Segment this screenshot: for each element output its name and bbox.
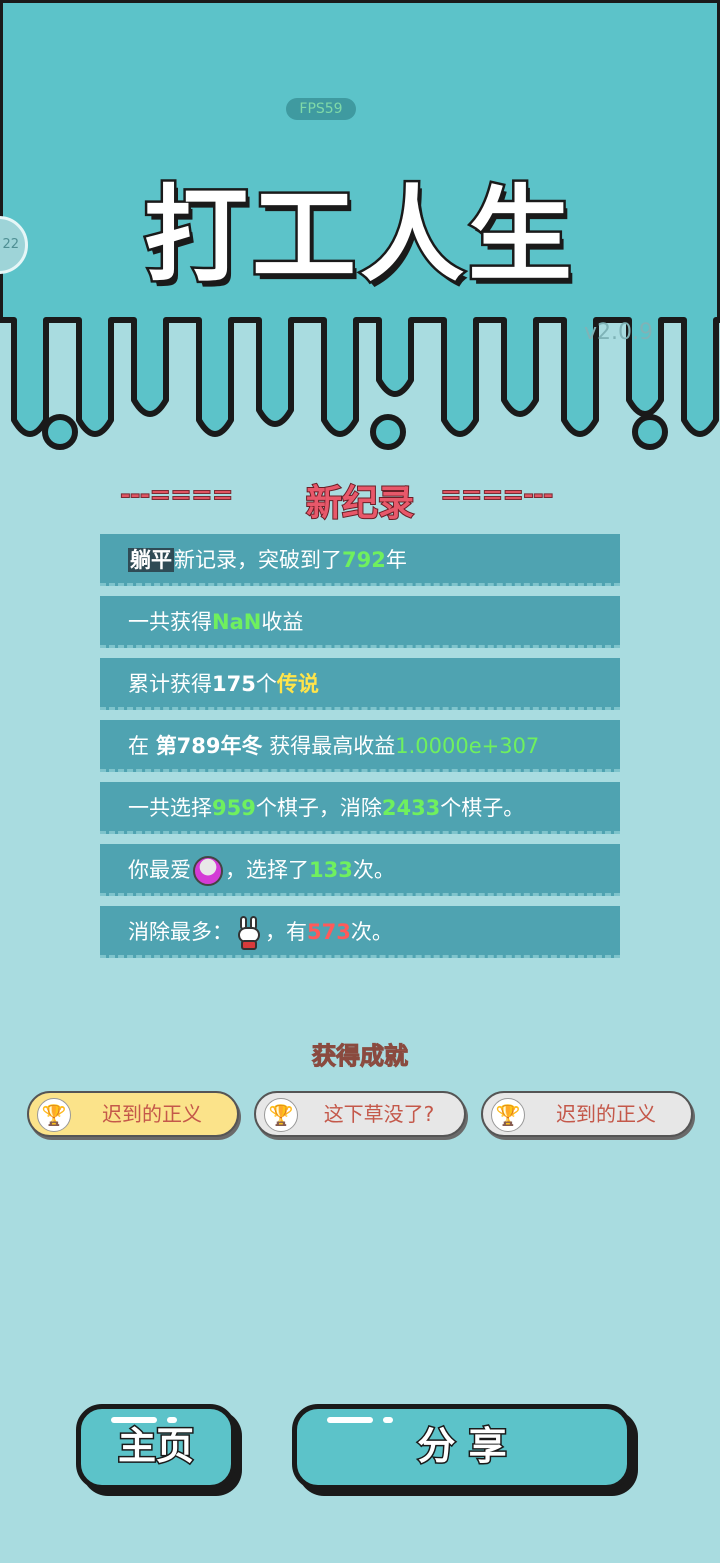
stat-text: 获得最高收益 [262,734,396,758]
stat-highlight: 2433 [381,796,441,820]
trophy-icon: 🏆 [37,1098,71,1132]
achievement-label: 迟到的正义 [556,1102,656,1126]
stat-text: 一共获得 [128,610,212,634]
stat-text: 累计获得 [128,672,212,696]
stat-highlight: 959 [212,796,256,820]
achievements-heading: 获得成就 [312,1042,409,1071]
stats-list: 躺平新记录，突破到了792年 一共获得NaN收益 累计获得175个传说在 第789年… [100,534,620,968]
button-shine [327,1417,373,1423]
stat-text: 次。 [352,858,395,882]
achievement-badge[interactable]: 🏆 这下草没了? [254,1091,466,1137]
stat-text: 年 [385,548,407,572]
stat-row: 一共获得NaN收益 [100,596,620,648]
stat-text: 一共选择 [128,796,212,820]
stat-text: 个棋子，消除 [255,796,382,820]
stat-row: 累计获得175个传说 [100,658,620,710]
stat-highlight: 133 [309,858,353,882]
stat-text: 个 [255,672,277,696]
stat-text: ，选择了 [225,858,309,882]
stat-text: 次。 [350,920,393,944]
pot-icon [193,856,223,886]
stat-text: 在 [128,734,156,758]
home-button[interactable]: 主页 [76,1404,236,1490]
stat-highlight: 传说 [276,672,319,696]
stat-highlight: 792 [342,548,386,572]
achievement-label: 迟到的正义 [102,1102,202,1126]
stat-text: 你最爱 [128,858,191,882]
home-button-label: 主页 [116,1423,195,1470]
stat-row: 你最爱 ，选择了133次。 [100,844,620,896]
stat-text: 消除最多： [128,920,233,944]
game-title: 打工人生 [141,172,576,299]
bunny-icon [235,916,263,950]
button-shine [111,1417,157,1423]
share-button-label: 分 享 [416,1423,508,1470]
new-record-title: 新纪录 [305,482,415,525]
trophy-icon: 🏆 [491,1098,525,1132]
stat-row: 一共选择959个棋子，消除2433个棋子。 [100,782,620,834]
share-button[interactable]: 分 享 [292,1404,632,1490]
stat-text: ，有 [265,920,307,944]
new-record-heading: ---==== 新纪录 ====--- [0,474,720,526]
stat-highlight: 573 [307,920,351,944]
achievement-label: 这下草没了? [323,1102,435,1126]
achievement-badge[interactable]: 🏆 迟到的正义 [481,1091,693,1137]
stat-highlight: NaN [212,610,262,634]
button-shine [383,1417,393,1423]
stat-row: 在 第789年冬 获得最高收益1.0000e+307 [100,720,620,772]
drip-drop [370,414,406,450]
stat-text: 收益 [261,610,304,634]
stat-text: 新记录，突破到了 [174,548,342,572]
stat-highlight: 第789年冬 [155,734,263,758]
fps-counter: FPS59 [286,98,356,120]
drip-drop [632,414,668,450]
achievement-badge[interactable]: 🏆 迟到的正义 [27,1091,239,1137]
stat-highlight: 175 [212,672,256,696]
stat-highlight: 1.0000e+307 [395,734,540,758]
stat-row: 躺平新记录，突破到了792年 [100,534,620,586]
version-label: v2.0.9 [584,320,653,345]
heading-right-decoration: ====--- [440,480,555,511]
drip-drop [42,414,78,450]
button-shine [167,1417,177,1423]
stat-text: 个棋子。 [440,796,525,820]
stat-row: 消除最多： ，有573次。 [100,906,620,958]
trophy-icon: 🏆 [264,1098,298,1132]
stat-highlight: 躺平 [128,548,174,572]
